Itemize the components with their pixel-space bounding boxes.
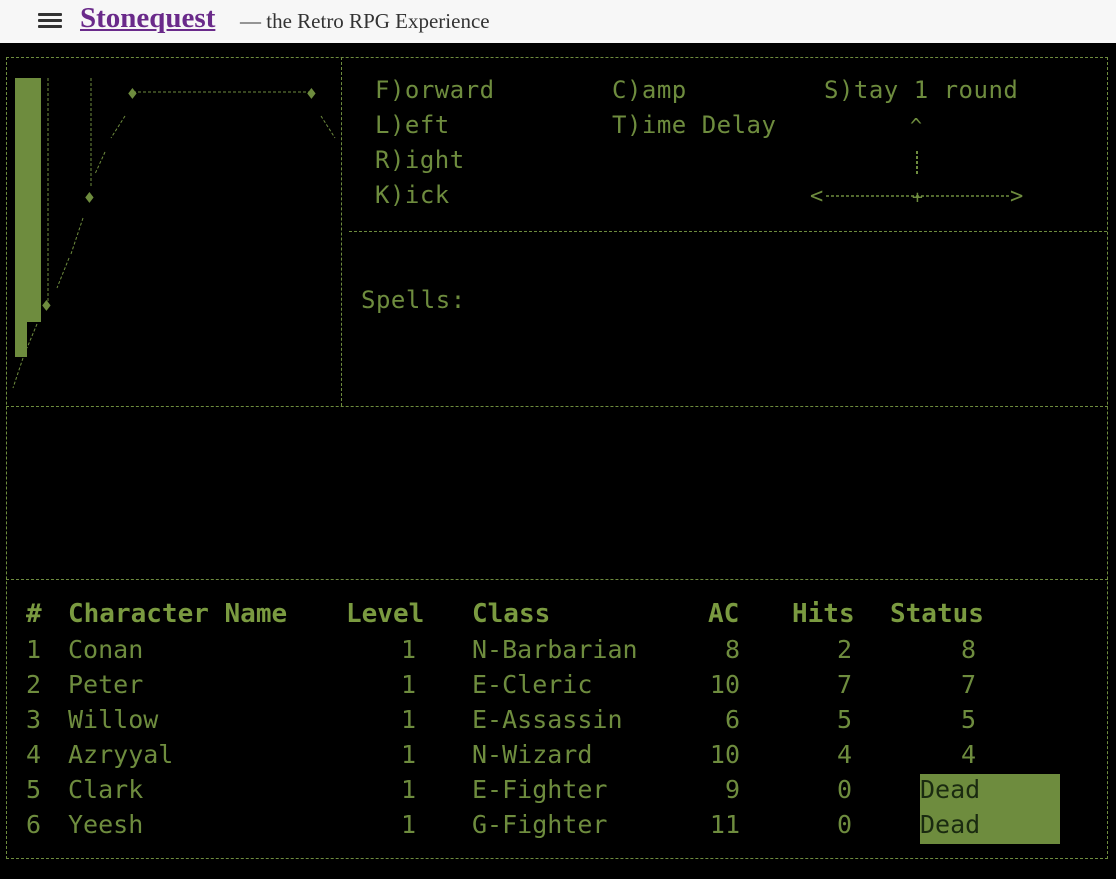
command-forward[interactable]: F)orward [375,76,495,104]
message-section-divider [6,579,1108,580]
svg-text:♦: ♦ [84,188,95,209]
svg-text:+: + [912,187,923,208]
character-hits: 0 [836,810,852,839]
game-terminal[interactable]: ♦ ♦ ♦ ♦ F)orward L)eft R)ight K)ick C)am… [0,43,1116,879]
commands-divider [349,231,1107,232]
character-class: E-Cleric [472,670,593,699]
column-header-ac: AC [708,599,740,629]
row-number: 1 [26,635,42,664]
command-stay[interactable]: S)tay 1 round [824,76,1018,104]
character-hits: 0 [836,775,852,804]
column-header-name: Character Name [68,599,288,629]
command-left[interactable]: L)eft [375,111,450,139]
character-class: E-Fighter [472,775,608,804]
row-number: 2 [26,670,42,699]
character-ac: 8 [724,635,740,664]
character-level: 1 [400,635,416,664]
dungeon-wireframe: ♦ ♦ ♦ ♦ [12,78,336,389]
character-class: N-Barbarian [472,635,638,664]
character-name[interactable]: Yeesh [68,810,143,839]
site-tagline: — the Retro RPG Experience [240,9,490,33]
top-bar: Stonequest — the Retro RPG Experience [0,0,1116,43]
spells-label: Spells: [361,286,466,314]
hamburger-menu-icon[interactable] [38,12,62,30]
character-status-dead: Dead [920,775,981,804]
column-header-number: # [26,599,42,629]
svg-text:<: < [810,184,823,209]
svg-text:♦: ♦ [41,296,52,317]
character-name[interactable]: Conan [68,635,143,664]
character-class: N-Wizard [472,740,593,769]
character-name[interactable]: Peter [68,670,143,699]
row-number: 6 [26,810,42,839]
character-status: 7 [960,670,976,699]
near-left-wall-edge [15,322,27,357]
character-ac: 6 [724,705,740,734]
command-right[interactable]: R)ight [375,146,465,174]
svg-text:♦: ♦ [127,84,138,105]
character-name[interactable]: Azryyal [68,740,173,769]
command-time-delay[interactable]: T)ime Delay [612,111,776,139]
character-ac: 10 [709,740,740,769]
column-header-level: Level [346,599,425,629]
row-number: 5 [26,775,42,804]
character-ac: 11 [709,810,740,839]
svg-text:^: ^ [910,115,922,138]
character-hits: 2 [836,635,852,664]
character-hits: 7 [836,670,852,699]
character-class: E-Assassin [472,705,623,734]
character-class: G-Fighter [472,810,608,839]
svg-text:♦: ♦ [306,84,317,105]
svg-text:>: > [1010,184,1023,209]
character-status: 4 [960,740,976,769]
command-kick[interactable]: K)ick [375,181,450,209]
character-level: 1 [400,740,416,769]
character-level: 1 [400,705,416,734]
character-hits: 5 [836,705,852,734]
upper-section-divider [6,406,1108,407]
character-level: 1 [400,670,416,699]
character-status: 8 [960,635,976,664]
character-status: 5 [960,705,976,734]
character-hits: 4 [836,740,852,769]
row-number: 4 [26,740,42,769]
column-header-status: Status [890,599,984,629]
site-title-link[interactable]: Stonequest [80,2,215,35]
character-name[interactable]: Willow [68,705,158,734]
direction-cross-icon: ^ < > + [810,115,1023,209]
viewport-divider [341,57,342,406]
near-left-wall-bar [15,78,41,322]
column-header-hits: Hits [792,599,855,629]
character-ac: 9 [724,775,740,804]
character-level: 1 [400,775,416,804]
character-ac: 10 [709,670,740,699]
column-header-class: Class [472,599,551,629]
character-name[interactable]: Clark [68,775,143,804]
character-status-dead: Dead [920,810,981,839]
character-level: 1 [400,810,416,839]
dungeon-view: ♦ ♦ ♦ ♦ [7,58,341,406]
command-camp[interactable]: C)amp [612,76,687,104]
row-number: 3 [26,705,42,734]
